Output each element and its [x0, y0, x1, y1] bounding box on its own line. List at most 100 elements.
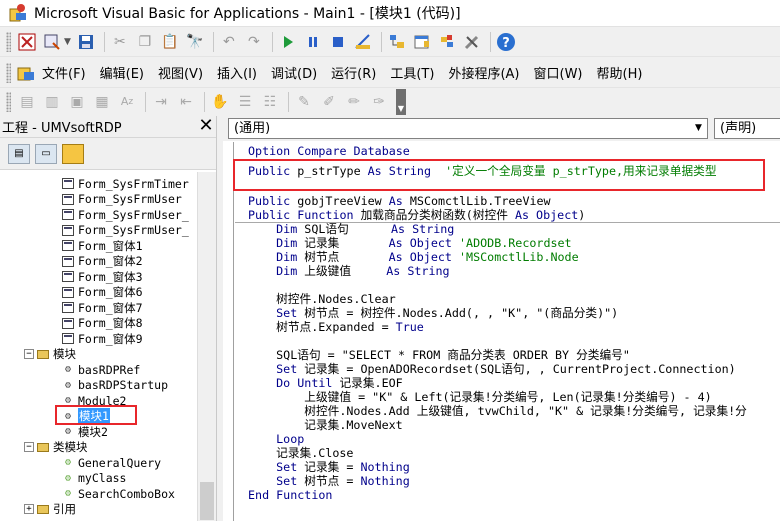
- menubar-grip[interactable]: [6, 62, 11, 83]
- quick-info-icon[interactable]: ▣: [66, 91, 88, 113]
- tree-folder[interactable]: − 类模块: [24, 440, 88, 456]
- menu-view[interactable]: 视图(V): [158, 63, 203, 82]
- tree-item[interactable]: Form_SysFrmTimer: [62, 176, 189, 192]
- find-icon[interactable]: 🔭: [184, 31, 206, 53]
- reset-icon[interactable]: [327, 31, 349, 53]
- tree-item[interactable]: Form_窗体7: [62, 300, 143, 316]
- chevron-down-icon[interactable]: ▼: [690, 119, 707, 138]
- code-line[interactable]: Dim 上级键值 As String: [248, 264, 449, 278]
- tree-folder[interactable]: + 引用: [24, 502, 76, 518]
- copy-icon[interactable]: ❐: [134, 31, 156, 53]
- project-tree-scrollbar[interactable]: [197, 172, 216, 521]
- code-line[interactable]: Set 记录集 = Nothing: [248, 460, 410, 474]
- previous-bookmark-icon[interactable]: ✏: [343, 91, 365, 113]
- code-line[interactable]: 上级键值 = "K" & Left(记录集!分类编号, Len(记录集!分类编号…: [248, 390, 711, 404]
- tree-item[interactable]: Form_窗体9: [62, 331, 143, 347]
- undo-icon[interactable]: ↶: [218, 31, 240, 53]
- code-line[interactable]: Option Compare Database: [248, 144, 410, 158]
- toggle-folders-icon[interactable]: [62, 143, 84, 164]
- code-line[interactable]: Do Until 记录集.EOF: [248, 376, 403, 390]
- view-code-icon[interactable]: ▤: [8, 143, 30, 164]
- code-line[interactable]: Public p_strType As String '定义一个全局变量 p_s…: [248, 164, 717, 178]
- menu-tools[interactable]: 工具(T): [390, 63, 434, 82]
- code-line[interactable]: 树控件.Nodes.Clear: [248, 292, 396, 306]
- menu-debug[interactable]: 调试(D): [271, 63, 317, 82]
- outdent-icon[interactable]: ⇤: [175, 91, 197, 113]
- tree-item[interactable]: Form_窗体6: [62, 285, 143, 301]
- design-mode-icon[interactable]: [352, 31, 374, 53]
- tree-folder[interactable]: − 模块: [24, 347, 76, 363]
- vba-excel-icon[interactable]: [16, 31, 38, 53]
- toggle-bookmark-icon[interactable]: ✎: [293, 91, 315, 113]
- code-line[interactable]: Set 树节点 = Nothing: [248, 474, 410, 488]
- toggle-breakpoint-icon[interactable]: ✋: [209, 91, 231, 113]
- tree-item[interactable]: Form_窗体2: [62, 254, 143, 270]
- project-explorer-icon[interactable]: [386, 31, 408, 53]
- uncomment-block-icon[interactable]: ☷: [259, 91, 281, 113]
- toolbar-grip[interactable]: [6, 32, 11, 52]
- complete-word-icon[interactable]: Az: [116, 91, 138, 113]
- list-properties-icon[interactable]: ▤: [16, 91, 38, 113]
- code-line[interactable]: SQL语句 = "SELECT * FROM 商品分类表 ORDER BY 分类…: [248, 348, 630, 362]
- run-icon[interactable]: [277, 31, 299, 53]
- properties-icon[interactable]: [411, 31, 433, 53]
- vba-menu-icon[interactable]: [16, 63, 36, 83]
- menu-file[interactable]: 文件(F): [42, 63, 86, 82]
- save-icon[interactable]: [75, 31, 97, 53]
- break-icon[interactable]: [302, 31, 324, 53]
- chevron-down-icon[interactable]: ▼: [64, 37, 71, 47]
- toolbox-icon[interactable]: [461, 31, 483, 53]
- tree-item[interactable]: Form_SysFrmUser_: [62, 207, 189, 223]
- cut-icon[interactable]: ✂: [109, 31, 131, 53]
- view-object-icon[interactable]: ▭: [35, 143, 57, 164]
- tree-item[interactable]: Form_窗体8: [62, 316, 143, 332]
- object-combo[interactable]: (通用) ▼: [228, 118, 708, 139]
- code-editor[interactable]: Option Compare Database Public p_strType …: [223, 142, 780, 521]
- expand-toggle-icon[interactable]: −: [24, 349, 34, 360]
- list-constants-icon[interactable]: ▥: [41, 91, 63, 113]
- code-line[interactable]: Set 记录集 = OpenADORecordset(SQL语句, , Curr…: [248, 362, 736, 376]
- toolbar-overflow-icon[interactable]: ▼: [396, 88, 406, 115]
- menu-help[interactable]: 帮助(H): [597, 63, 643, 82]
- tree-item[interactable]: Form_窗体1: [62, 238, 143, 254]
- tree-item[interactable]: ⚙ 模块2: [62, 424, 108, 440]
- tree-item[interactable]: ⚙ basRDPStartup: [62, 378, 168, 394]
- code-line[interactable]: Public Function 加载商品分类树函数(树控件 As Object): [248, 208, 585, 222]
- tree-item[interactable]: ⚙ SearchComboBox: [62, 486, 175, 502]
- code-line[interactable]: Dim SQL语句 As String: [248, 222, 454, 236]
- code-line[interactable]: Set 树节点 = 树控件.Nodes.Add(, , "K", "(商品分类)…: [248, 306, 618, 320]
- expand-toggle-icon[interactable]: +: [24, 504, 34, 515]
- code-line[interactable]: End Function: [248, 488, 332, 502]
- scrollbar-thumb[interactable]: [200, 482, 214, 520]
- menu-window[interactable]: 窗口(W): [534, 63, 583, 82]
- code-line[interactable]: 记录集.Close: [248, 446, 353, 460]
- comment-block-icon[interactable]: ☰: [234, 91, 256, 113]
- tree-item[interactable]: Form_窗体3: [62, 269, 143, 285]
- menu-insert[interactable]: 插入(I): [217, 63, 257, 82]
- procedure-combo[interactable]: (声明): [714, 118, 780, 139]
- indent-icon[interactable]: ⇥: [150, 91, 172, 113]
- tree-item[interactable]: ⚙ myClass: [62, 471, 126, 487]
- object-browser-icon[interactable]: [436, 31, 458, 53]
- code-line[interactable]: Loop: [248, 432, 304, 446]
- code-line[interactable]: Dim 树节点 As Object 'MSComctlLib.Node: [248, 250, 579, 264]
- menu-edit[interactable]: 编辑(E): [100, 63, 144, 82]
- tree-item[interactable]: Form_SysFrmUser_: [62, 223, 189, 239]
- help-icon[interactable]: ?: [495, 31, 517, 53]
- clear-bookmarks-icon[interactable]: ✑: [368, 91, 390, 113]
- insert-userform-icon[interactable]: [41, 31, 63, 53]
- menu-run[interactable]: 运行(R): [331, 63, 376, 82]
- expand-toggle-icon[interactable]: −: [24, 442, 34, 453]
- code-line[interactable]: Dim 记录集 As Object 'ADODB.Recordset: [248, 236, 571, 250]
- menu-addins[interactable]: 外接程序(A): [448, 63, 519, 82]
- close-icon[interactable]: ✕: [196, 116, 216, 137]
- code-line[interactable]: 记录集.MoveNext: [248, 418, 402, 432]
- redo-icon[interactable]: ↷: [243, 31, 265, 53]
- parameter-info-icon[interactable]: ▦: [91, 91, 113, 113]
- paste-icon[interactable]: 📋: [159, 31, 181, 53]
- tree-item[interactable]: ⚙ basRDPRef: [62, 362, 140, 378]
- tree-item[interactable]: ⚙ GeneralQuery: [62, 455, 161, 471]
- next-bookmark-icon[interactable]: ✐: [318, 91, 340, 113]
- toolbar-grip[interactable]: [6, 91, 11, 112]
- tree-item[interactable]: Form_SysFrmUser: [62, 192, 182, 208]
